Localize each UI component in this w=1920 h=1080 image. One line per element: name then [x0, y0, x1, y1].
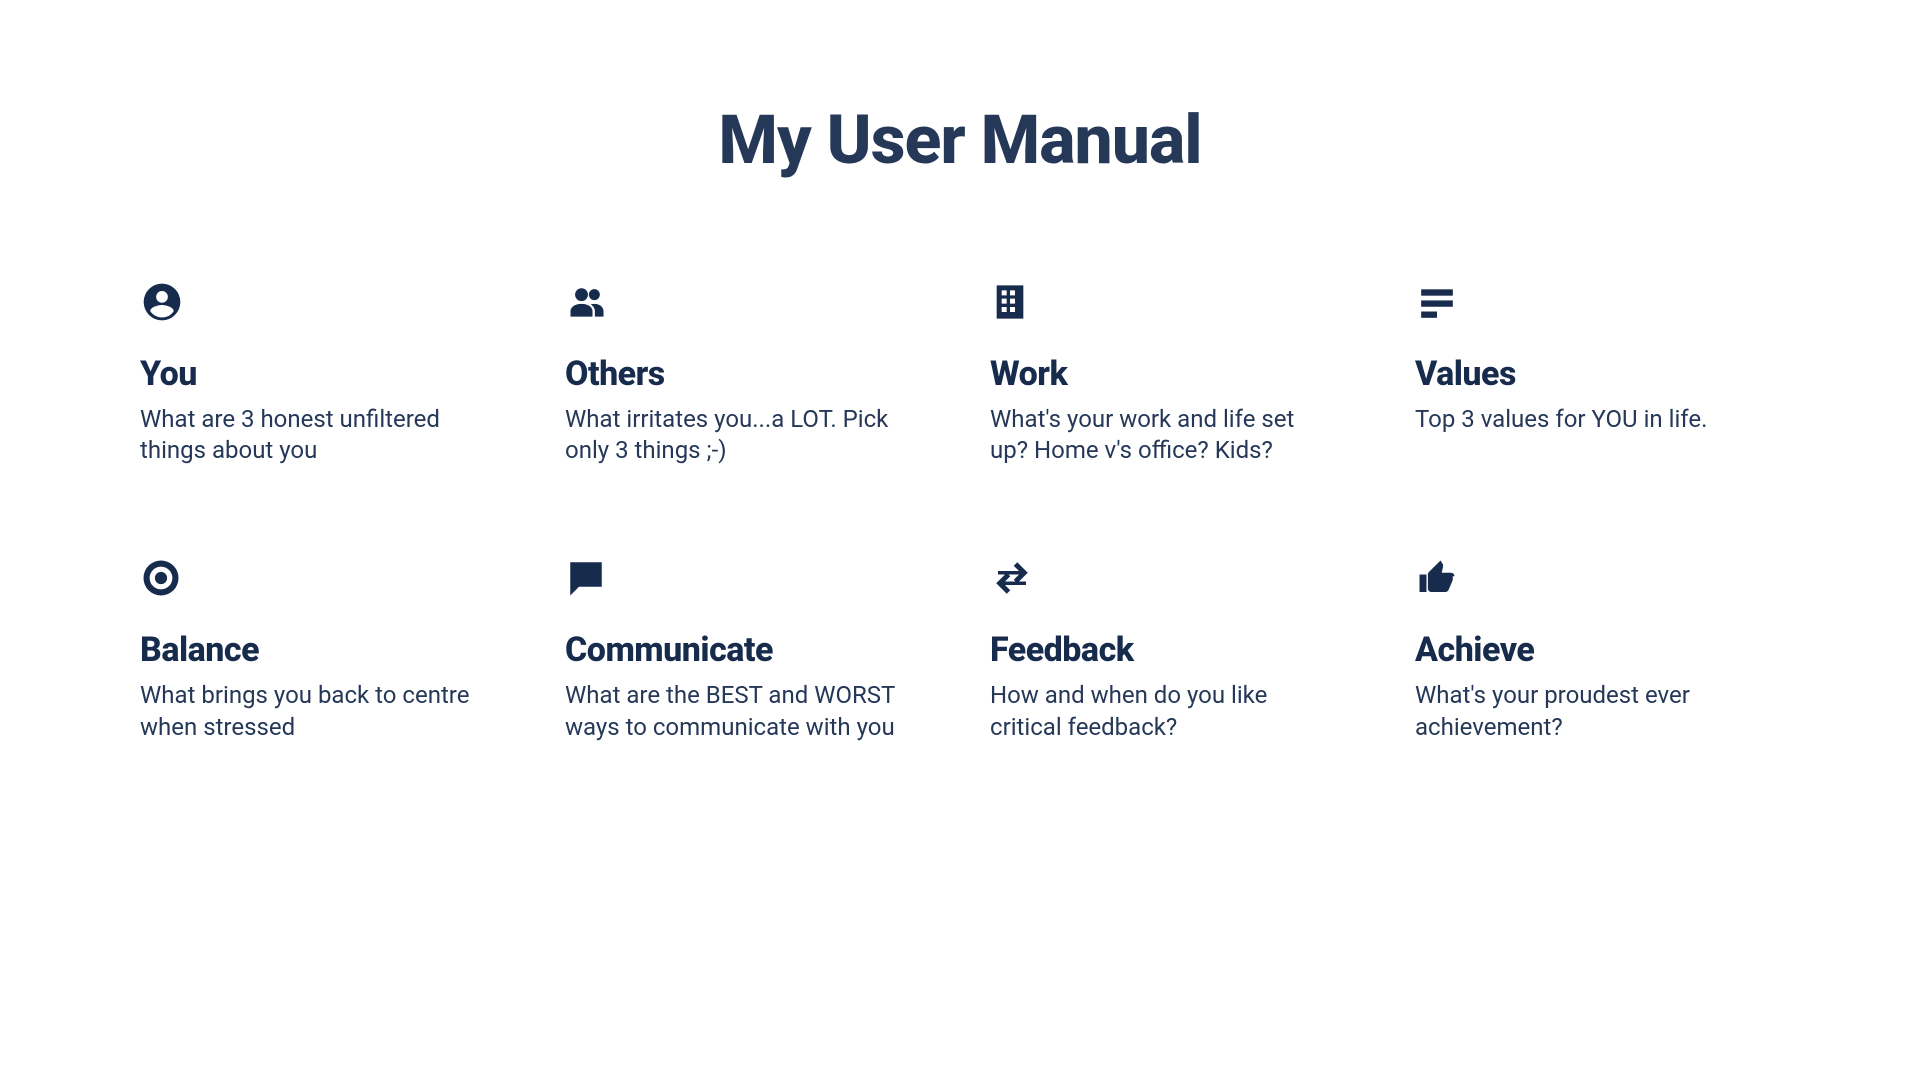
card-title: Others — [565, 354, 925, 394]
list-icon — [1415, 280, 1459, 324]
card-title: Communicate — [565, 630, 925, 670]
card-balance: Balance What brings you back to centre w… — [140, 556, 500, 742]
card-title: You — [140, 354, 500, 394]
card-feedback: Feedback How and when do you like critic… — [990, 556, 1350, 742]
card-you: You What are 3 honest unfiltered things … — [140, 280, 500, 466]
card-others: Others What irritates you...a LOT. Pick … — [565, 280, 925, 466]
user-icon — [140, 280, 184, 324]
building-icon — [990, 280, 1034, 324]
card-desc: What's your work and life set up? Home v… — [990, 404, 1320, 466]
card-communicate: Communicate What are the BEST and WORST … — [565, 556, 925, 742]
swap-icon — [990, 556, 1034, 600]
thumbs-up-icon — [1415, 556, 1459, 600]
card-work: Work What's your work and life set up? H… — [990, 280, 1350, 466]
card-desc: What irritates you...a LOT. Pick only 3 … — [565, 404, 895, 466]
target-icon — [140, 556, 184, 600]
card-desc: What brings you back to centre when stre… — [140, 680, 470, 742]
card-desc: What's your proudest ever achievement? — [1415, 680, 1745, 742]
card-title: Values — [1415, 354, 1775, 394]
card-desc: Top 3 values for YOU in life. — [1415, 404, 1745, 435]
card-title: Balance — [140, 630, 500, 670]
card-desc: How and when do you like critical feedba… — [990, 680, 1320, 742]
page-title: My User Manual — [140, 100, 1780, 180]
card-title: Achieve — [1415, 630, 1775, 670]
card-title: Work — [990, 354, 1350, 394]
group-icon — [565, 280, 609, 324]
chat-icon — [565, 556, 609, 600]
card-desc: What are the BEST and WORST ways to comm… — [565, 680, 895, 742]
card-values: Values Top 3 values for YOU in life. — [1415, 280, 1775, 466]
card-title: Feedback — [990, 630, 1350, 670]
card-achieve: Achieve What's your proudest ever achiev… — [1415, 556, 1775, 742]
card-desc: What are 3 honest unfiltered things abou… — [140, 404, 470, 466]
cards-grid: You What are 3 honest unfiltered things … — [140, 280, 1780, 743]
